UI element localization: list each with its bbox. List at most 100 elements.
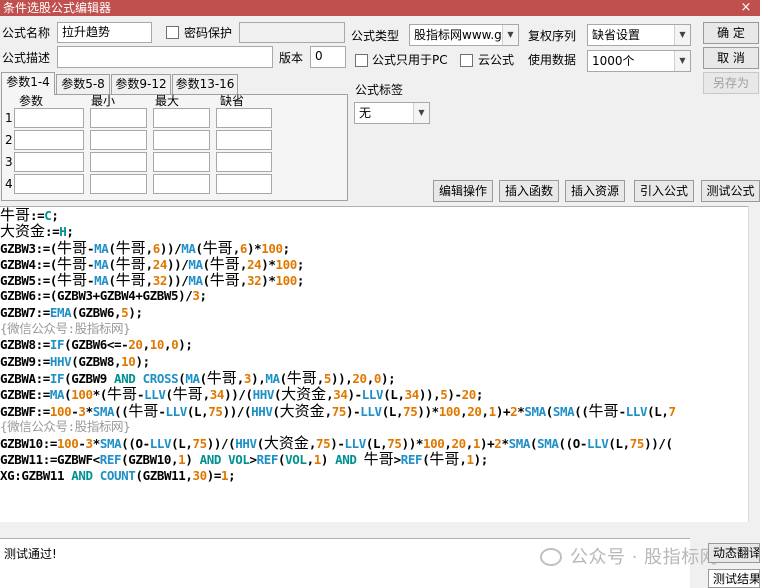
code-token: ; [296, 273, 305, 289]
watermark-text: 公众号 · 股指标网 [570, 547, 719, 568]
code-token: )- [447, 387, 462, 403]
code-token: ) [320, 452, 336, 468]
formula-desc-input[interactable] [57, 46, 273, 68]
password-checkbox[interactable] [166, 26, 179, 39]
param-name-input[interactable] [14, 152, 84, 172]
vertical-scrollbar[interactable] [748, 206, 760, 522]
row-number: 3 [5, 155, 13, 169]
code-token: ; [199, 288, 208, 304]
param-min-input[interactable] [90, 152, 147, 172]
ok-button[interactable]: 确 定 [703, 22, 759, 44]
code-token: ((O- [121, 436, 150, 452]
save-as-button[interactable]: 另存为 [703, 72, 759, 94]
formula-tag-value: 无 [359, 106, 372, 120]
tab-params-13-16[interactable]: 参数13-16 [172, 74, 238, 94]
insert-function-button[interactable]: 插入函数 [499, 180, 559, 202]
code-line: GZBW10:=100-3*SMA((O-LLV(L,75))/(HHV(大资金… [0, 435, 676, 451]
code-token: LLV [149, 436, 172, 452]
code-token: 100 [57, 436, 79, 452]
code-token: (L, [383, 387, 405, 403]
formula-tag-select[interactable]: 无 ▼ [354, 102, 430, 124]
usage-data-select[interactable]: 1000个 ▼ [587, 50, 691, 72]
param-name-input[interactable] [14, 130, 84, 150]
edit-ops-button[interactable]: 编辑操作 [433, 180, 493, 202]
window-title: 条件选股公式编辑器 [3, 1, 112, 15]
param-max-input[interactable] [153, 152, 210, 172]
code-line: GZBWA:=IF(GZBW9 AND CROSS(MA(牛哥,3),MA(牛哥… [0, 370, 676, 386]
cloud-label: 云公式 [478, 53, 515, 67]
code-token: LLV [165, 403, 188, 419]
code-token: REF [256, 452, 279, 468]
code-token: 牛哥 [206, 368, 237, 387]
splitter[interactable] [0, 522, 760, 538]
code-token: GZBW11:=GZBWF< [0, 452, 100, 468]
pc-only-checkbox[interactable] [355, 54, 368, 67]
formula-type-select[interactable]: 股指标网www.g ▼ [409, 24, 519, 46]
insert-resource-button[interactable]: 插入资源 [565, 180, 625, 202]
code-token: GZBWE:= [0, 387, 50, 403]
code-token: *( [92, 387, 108, 403]
test-result-tab[interactable]: 测试结果 [708, 569, 760, 588]
param-max-input[interactable] [153, 108, 210, 128]
code-token: LLV [360, 403, 382, 419]
password-input[interactable] [239, 22, 345, 43]
param-default-input[interactable] [216, 174, 272, 194]
code-token: 7 [668, 403, 676, 419]
param-min-input[interactable] [90, 108, 147, 128]
code-token: AND [71, 467, 93, 483]
formula-name-input[interactable]: 拉升趋势 [57, 22, 152, 43]
code-token: ; [66, 224, 74, 240]
code-token: 34 [404, 387, 420, 403]
version-input[interactable]: 0 [310, 46, 346, 68]
code-token: 100 [438, 403, 461, 419]
code-token: 3 [85, 436, 94, 452]
code-token: 牛哥 [115, 271, 146, 290]
import-formula-button[interactable]: 引入公式 [634, 180, 694, 202]
param-default-input[interactable] [216, 108, 272, 128]
param-max-input[interactable] [153, 130, 210, 150]
code-token: ); [473, 452, 489, 468]
param-max-input[interactable] [153, 174, 210, 194]
code-token: 20 [461, 387, 477, 403]
restore-seq-select[interactable]: 缺省设置 ▼ [587, 24, 691, 46]
cancel-button[interactable]: 取 消 [703, 47, 759, 69]
dynamic-translate-button[interactable]: 动态翻译 [708, 543, 760, 563]
pc-only-label: 公式只用于PC [372, 53, 448, 67]
code-token: ( [108, 273, 116, 289]
code-token: SMA [524, 403, 546, 419]
param-default-input[interactable] [216, 152, 272, 172]
tab-params-1-4[interactable]: 参数1-4 [1, 72, 55, 95]
code-line: 大资金:=H; [0, 223, 676, 239]
tab-params-5-8[interactable]: 参数5-8 [56, 74, 110, 94]
code-token: ), [251, 370, 266, 386]
code-token: , [324, 403, 333, 419]
code-token: ( [108, 256, 116, 272]
close-button[interactable]: × [732, 0, 760, 16]
code-token: 100 [71, 387, 93, 403]
code-token: 20 [128, 337, 143, 353]
code-token: 20 [467, 403, 482, 419]
code-token: LLV [625, 403, 648, 419]
cloud-checkbox[interactable] [460, 54, 473, 67]
code-editor[interactable]: 牛哥:=C; 大资金:=H; GZBW3:=(牛哥-MA(牛哥,6))/MA(牛哥,… [0, 206, 748, 522]
code-token: EMA [49, 304, 72, 320]
code-token: 100 [275, 256, 297, 272]
param-name-input[interactable] [14, 108, 84, 128]
code-token: CROSS [142, 370, 179, 386]
chevron-down-icon: ▼ [413, 103, 429, 123]
test-formula-button[interactable]: 测试公式 [701, 180, 760, 202]
param-default-input[interactable] [216, 130, 272, 150]
code-token: GZBW9:= [0, 353, 50, 369]
param-min-input[interactable] [90, 174, 147, 194]
param-name-input[interactable] [14, 174, 84, 194]
code-token: AND [114, 370, 136, 386]
code-token: )), [331, 370, 353, 386]
param-min-input[interactable] [90, 130, 147, 150]
code-line: GZBW5:=(牛哥-MA(牛哥,32))/MA(牛哥,32)*100; [0, 272, 676, 288]
code-token: ))/ [167, 256, 189, 272]
tab-params-9-12[interactable]: 参数9-12 [111, 74, 171, 94]
code-line: GZBW3:=(牛哥-MA(牛哥,6))/MA(牛哥,6)*100; [0, 239, 676, 256]
code-token: )+ [495, 403, 511, 419]
